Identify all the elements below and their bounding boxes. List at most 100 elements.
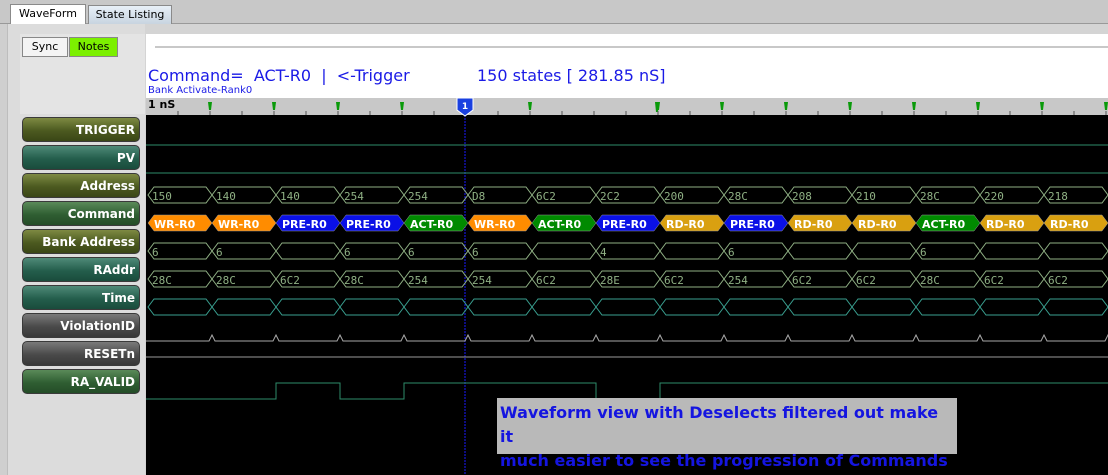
separator: |	[321, 66, 327, 85]
command-value: PRE-R0	[730, 218, 775, 231]
raddr-value: 6C2	[664, 274, 684, 287]
raddr-value: 6C2	[856, 274, 876, 287]
raddr-value: 6C2	[984, 274, 1004, 287]
signal-label-resetn[interactable]: RESETn	[22, 341, 140, 366]
time-marker[interactable]	[848, 102, 852, 110]
address-value: 140	[280, 190, 300, 203]
time-marker[interactable]	[655, 102, 659, 112]
annotation-note: Waveform view with Deselects filtered ou…	[497, 398, 957, 470]
address-value: 220	[984, 190, 1004, 203]
time-marker[interactable]	[272, 102, 276, 110]
tab-bar: WaveForm State Listing	[0, 0, 1108, 25]
annotation-line-1: Waveform view with Deselects filtered ou…	[500, 403, 939, 446]
address-value: 254	[408, 190, 428, 203]
time-marker[interactable]	[912, 102, 916, 110]
notes-button[interactable]: Notes	[69, 37, 118, 57]
states-readout: 150 states [ 281.85 nS]	[477, 66, 666, 85]
waveform-window: WaveForm State Listing Sync Notes TRIGGE…	[0, 0, 1108, 475]
command-value: WR-R0	[474, 218, 516, 231]
time-marker[interactable]	[1104, 102, 1108, 110]
time-segment[interactable]	[659, 298, 725, 316]
command-value: RD-R0	[986, 218, 1025, 231]
tab-waveform[interactable]: WaveForm	[10, 4, 86, 25]
bank-address-segment[interactable]	[1043, 242, 1108, 260]
time-segment[interactable]	[595, 298, 661, 316]
signal-label-time[interactable]: Time	[22, 285, 140, 310]
time-marker[interactable]	[528, 102, 532, 110]
time-marker[interactable]	[784, 102, 788, 110]
time-segment[interactable]	[467, 298, 533, 316]
time-segment[interactable]	[915, 298, 981, 316]
address-value: 28C	[728, 190, 748, 203]
time-marker[interactable]	[400, 102, 404, 110]
sync-button[interactable]: Sync	[22, 37, 68, 57]
time-marker[interactable]	[336, 102, 340, 110]
time-marker[interactable]	[976, 102, 980, 110]
address-value: D8	[472, 190, 485, 203]
time-segment[interactable]	[723, 298, 789, 316]
signal-label-command[interactable]: Command	[22, 201, 140, 226]
raddr-value: 28C	[152, 274, 172, 287]
time-segment[interactable]	[211, 298, 277, 316]
address-value: 218	[1048, 190, 1068, 203]
raddr-value: 28C	[216, 274, 236, 287]
ra-valid-trace[interactable]	[146, 382, 1108, 400]
raddr-value: 6C2	[536, 274, 556, 287]
time-segment[interactable]	[275, 298, 341, 316]
bank-address-value: 6	[920, 246, 927, 259]
bank-address-segment[interactable]	[275, 242, 341, 260]
bank-address-value: 6	[216, 246, 223, 259]
bank-address-value: 6	[344, 246, 351, 259]
bank-address-value: 4	[600, 246, 607, 259]
signal-label-pv[interactable]: PV	[22, 145, 140, 170]
signal-label-violationid[interactable]: ViolationID	[22, 313, 140, 338]
time-marker[interactable]	[720, 102, 724, 110]
time-segment[interactable]	[787, 298, 853, 316]
signal-label-trigger[interactable]: TRIGGER	[22, 117, 140, 142]
tab-state-listing[interactable]: State Listing	[88, 5, 172, 24]
raddr-value: 6C2	[792, 274, 812, 287]
command-value: PRE-R0	[346, 218, 391, 231]
bank-address-segment[interactable]	[531, 242, 597, 260]
time-segment[interactable]	[851, 298, 917, 316]
time-marker[interactable]	[208, 102, 212, 110]
bank-address-segment[interactable]	[787, 242, 853, 260]
left-scroll-strip	[0, 24, 8, 475]
time-segment[interactable]	[403, 298, 469, 316]
address-value: 140	[216, 190, 236, 203]
address-value: 208	[792, 190, 812, 203]
address-value: 28C	[920, 190, 940, 203]
signal-label-bank-address[interactable]: Bank Address	[22, 229, 140, 254]
time-segment[interactable]	[531, 298, 597, 316]
command-value: PRE-R0	[282, 218, 327, 231]
bank-address-segment[interactable]	[851, 242, 917, 260]
bank-address-segment[interactable]	[979, 242, 1045, 260]
raddr-value: 28C	[344, 274, 364, 287]
time-segment[interactable]	[979, 298, 1045, 316]
command-value: WR-R0	[154, 218, 196, 231]
bank-description: Bank Activate-Rank0	[148, 85, 253, 96]
bank-address-value: 6	[472, 246, 479, 259]
signal-label-raddr[interactable]: RAddr	[22, 257, 140, 282]
command-value: RD-R0	[858, 218, 897, 231]
trigger-readout: Command= ACT-R0 | <-Trigger	[148, 66, 410, 85]
bank-address-segment[interactable]	[659, 242, 725, 260]
time-marker[interactable]	[1040, 102, 1044, 110]
address-value: 2C2	[600, 190, 620, 203]
command-value: ACT-R0	[410, 218, 454, 231]
raddr-value: 28E	[600, 274, 620, 287]
bank-address-value: 6	[408, 246, 415, 259]
signal-label-address[interactable]: Address	[22, 173, 140, 198]
raddr-value: 254	[728, 274, 748, 287]
signal-label-ra-valid[interactable]: RA_VALID	[22, 369, 140, 394]
violationid-trace[interactable]	[146, 333, 1108, 342]
overview-ruler[interactable]	[155, 46, 1108, 48]
time-segment[interactable]	[1043, 298, 1108, 316]
command-value: ACT-R0	[538, 218, 582, 231]
command-value: PRE-R0	[602, 218, 647, 231]
annotation-line-2: much easier to see the progression of Co…	[500, 451, 948, 470]
time-segment[interactable]	[147, 298, 213, 316]
trigger-label: <-Trigger	[336, 66, 410, 85]
command-value: ACT-R0	[922, 218, 966, 231]
time-segment[interactable]	[339, 298, 405, 316]
